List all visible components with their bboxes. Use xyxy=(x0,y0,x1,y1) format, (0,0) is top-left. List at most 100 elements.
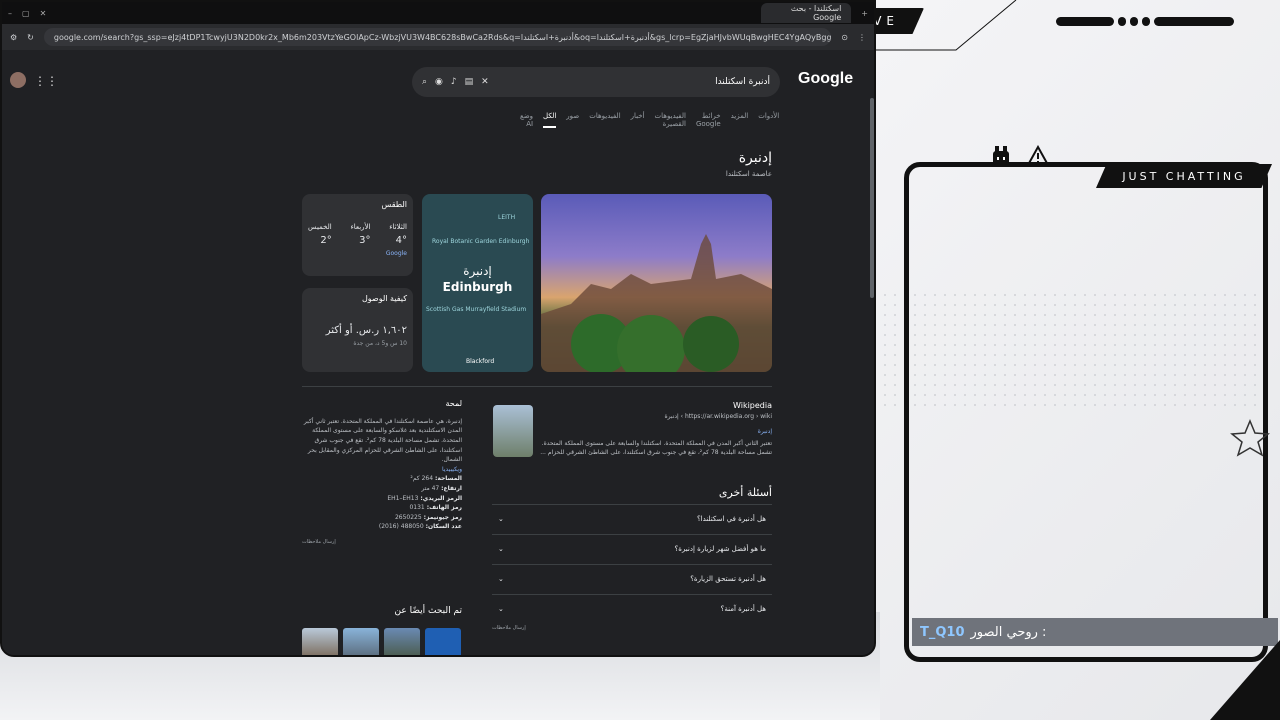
city-photo[interactable] xyxy=(541,194,772,372)
username-prefix: روحي الصور : xyxy=(970,624,1047,640)
close-window-icon[interactable]: ✕ xyxy=(40,9,47,18)
chevron-down-icon: ⌄ xyxy=(498,544,504,553)
apps-grid-icon[interactable]: ⋮⋮ xyxy=(34,74,58,88)
map-label-garden: Royal Botanic Garden Edinburgh xyxy=(432,238,530,245)
faq-item[interactable]: ⌄ هل أدنبرة في اسكتلندا؟ xyxy=(492,504,772,532)
weather-card[interactable]: الطقس الثلاثاء 4° الأربعاء 3° الخميس 2° Goo… xyxy=(302,194,413,276)
map-label-leith: LEITH xyxy=(498,214,516,221)
directions-card[interactable]: كيفية الوصول ١,٦٠٢ ر.س. أو أكثر 10 س و5 … xyxy=(302,288,413,372)
wiki-link[interactable]: إدنبرة xyxy=(492,427,772,436)
castle-silhouette xyxy=(541,234,772,372)
site-info-icon[interactable]: ⊙ xyxy=(841,33,848,42)
related-image[interactable] xyxy=(302,628,338,655)
scrollbar[interactable] xyxy=(870,98,874,298)
chevron-down-icon: ⌄ xyxy=(498,604,504,613)
weather-day: الثلاثاء 4° xyxy=(389,223,407,246)
tab-all[interactable]: الكل xyxy=(543,112,557,128)
weather-day: الأربعاء 3° xyxy=(350,223,371,246)
search-box[interactable]: ⌕ ◉ ♪ ▤ ✕ أدنبرة اسكتلندا xyxy=(412,67,780,97)
chat-icons xyxy=(990,145,1050,167)
wikipedia-result[interactable]: Wikipedia https://ar.wikipedia.org › wik… xyxy=(492,400,772,457)
browser-window: – ▢ ✕ اسكتلندا - بحث Google + ⚙ ↻ google… xyxy=(0,0,876,657)
tab-images[interactable]: صور xyxy=(566,112,579,128)
faq-item[interactable]: ⌄ هل أدنبرة تستحق الزيارة؟ xyxy=(492,564,772,592)
tab-maps[interactable]: خرائط Google xyxy=(696,112,721,128)
star-icon xyxy=(1230,419,1270,457)
info-phone: رمز الهاتف: 0131 xyxy=(409,504,462,512)
people-also-search-title: تم البحث أيضًا عن xyxy=(394,606,462,616)
tab-videos[interactable]: الفيديوهات xyxy=(589,112,620,128)
info-area: المساحة: 264 كم² xyxy=(410,475,462,483)
map-city-arabic: إدنبرة xyxy=(463,264,492,278)
directions-price: ١,٦٠٢ ر.س. أو أكثر xyxy=(325,325,407,336)
restore-icon[interactable]: ▢ xyxy=(22,9,30,18)
chat-category-tag: JUST CHATTING xyxy=(1096,164,1272,188)
city-map[interactable]: Royal Botanic Garden Edinburgh LEITH إدن… xyxy=(422,194,533,372)
tab-strip: – ▢ ✕ اسكتلندا - بحث Google + xyxy=(2,2,874,24)
wiki-snippet: تعتبر الثاني أكبر المدن في المملكة المتح… xyxy=(540,440,772,456)
people-also-search-list xyxy=(302,628,461,655)
lens-icon[interactable]: ◉ xyxy=(435,77,443,87)
url-field[interactable]: google.com/search?gs_ssp=eJzj4tDP1TcwyjU… xyxy=(43,28,832,46)
keyboard-icon[interactable]: ▤ xyxy=(465,77,474,87)
chat-frame xyxy=(904,162,1268,662)
info-feedback[interactable]: إرسال ملاحظات xyxy=(302,538,462,546)
browser-tab[interactable]: اسكتلندا - بحث Google xyxy=(761,3,852,23)
info-wiki-link[interactable]: ويكيبيديا xyxy=(302,465,462,475)
tab-ai-mode[interactable]: وضع AI xyxy=(520,112,533,128)
search-results-page: ⋮⋮ Google ⌕ ◉ ♪ ▤ ✕ أدنبرة اسكتلندا وضع … xyxy=(2,50,874,655)
reload-icon[interactable]: ↻ xyxy=(27,33,34,42)
info-elevation: ارتفاع: 47 متر xyxy=(421,484,462,492)
username-bar: T_Q10 روحي الصور : xyxy=(912,618,1278,646)
info-heading: لمحة xyxy=(445,399,462,408)
tab-shorts[interactable]: الفيديوهات القصيرة xyxy=(655,112,686,128)
username: T_Q10 xyxy=(920,624,965,640)
google-logo[interactable]: Google xyxy=(798,70,853,88)
knowledge-panel: لمحة إدنبرة، هي عاصمة اسكتلندا في المملك… xyxy=(302,398,462,546)
related-image[interactable] xyxy=(343,628,379,655)
new-tab-icon[interactable]: + xyxy=(861,9,868,18)
minimize-icon[interactable]: – xyxy=(8,9,12,18)
chevron-down-icon: ⌄ xyxy=(498,574,504,583)
entity-title: إدنبرة xyxy=(738,150,772,166)
faq-item[interactable]: ⌄ ما هو أفضل شهر لزيارة إدنبرة؟ xyxy=(492,534,772,562)
info-text: إدنبرة، هي عاصمة اسكتلندا في المملكة الم… xyxy=(303,417,462,464)
info-population: عدد السكان: 488050 (2016) xyxy=(378,523,462,531)
tab-more[interactable]: المزيد xyxy=(731,112,749,128)
weather-source: Google xyxy=(385,250,407,257)
weather-title: الطقس xyxy=(381,200,407,209)
search-nav-tabs: وضع AI الكل صور الفيديوهات أخبار الفيديو… xyxy=(520,112,779,128)
mic-icon[interactable]: ♪ xyxy=(451,77,457,87)
map-label-stadium: Scottish Gas Murrayfield Stadium xyxy=(426,306,527,313)
search-query[interactable]: أدنبرة اسكتلندا xyxy=(715,77,770,87)
directions-title: كيفية الوصول xyxy=(361,294,407,303)
tab-news[interactable]: أخبار xyxy=(631,112,645,128)
search-icon[interactable]: ⌕ xyxy=(422,77,427,87)
chevron-down-icon: ⌄ xyxy=(498,514,504,523)
menu-icon[interactable]: ⋮ xyxy=(858,33,866,42)
map-label-blackford: Blackford xyxy=(466,358,495,365)
clear-icon[interactable]: ✕ xyxy=(481,77,489,87)
map-city-name: Edinburgh xyxy=(442,280,513,294)
divider xyxy=(302,386,772,387)
address-bar-row: ⚙ ↻ google.com/search?gs_ssp=eJzj4tDP1Tc… xyxy=(2,24,874,50)
avatar[interactable] xyxy=(10,72,26,88)
faq-title: أسئلة أخرى xyxy=(718,486,772,499)
wiki-url[interactable]: https://ar.wikipedia.org › wiki › إدنبرة xyxy=(492,412,772,421)
bunny-icon xyxy=(993,146,1009,165)
entity-subtitle: عاصمة اسكتلندا xyxy=(725,170,772,178)
extension-icon[interactable]: ⚙ xyxy=(10,33,17,42)
tab-tools[interactable]: الأدوات xyxy=(758,112,779,128)
info-geonames: رمز جيونيمز: 2650225 xyxy=(394,513,462,521)
faq-feedback[interactable]: إرسال ملاحظات xyxy=(492,625,526,631)
related-flag[interactable] xyxy=(425,628,461,655)
weather-day: الخميس 2° xyxy=(308,223,332,246)
weather-days: الثلاثاء 4° الأربعاء 3° الخميس 2° xyxy=(308,223,407,246)
decor-line xyxy=(876,0,1017,51)
wiki-source[interactable]: Wikipedia xyxy=(492,400,772,412)
info-postcode: الرمز البريدي: EH1–EH13 xyxy=(387,494,462,502)
faq-item[interactable]: ⌄ هل أدنبرة آمنة؟ xyxy=(492,594,772,622)
related-image[interactable] xyxy=(384,628,420,655)
warning-icon xyxy=(1026,145,1050,166)
directions-detail: 10 س و5 د، من جدة xyxy=(353,340,407,347)
